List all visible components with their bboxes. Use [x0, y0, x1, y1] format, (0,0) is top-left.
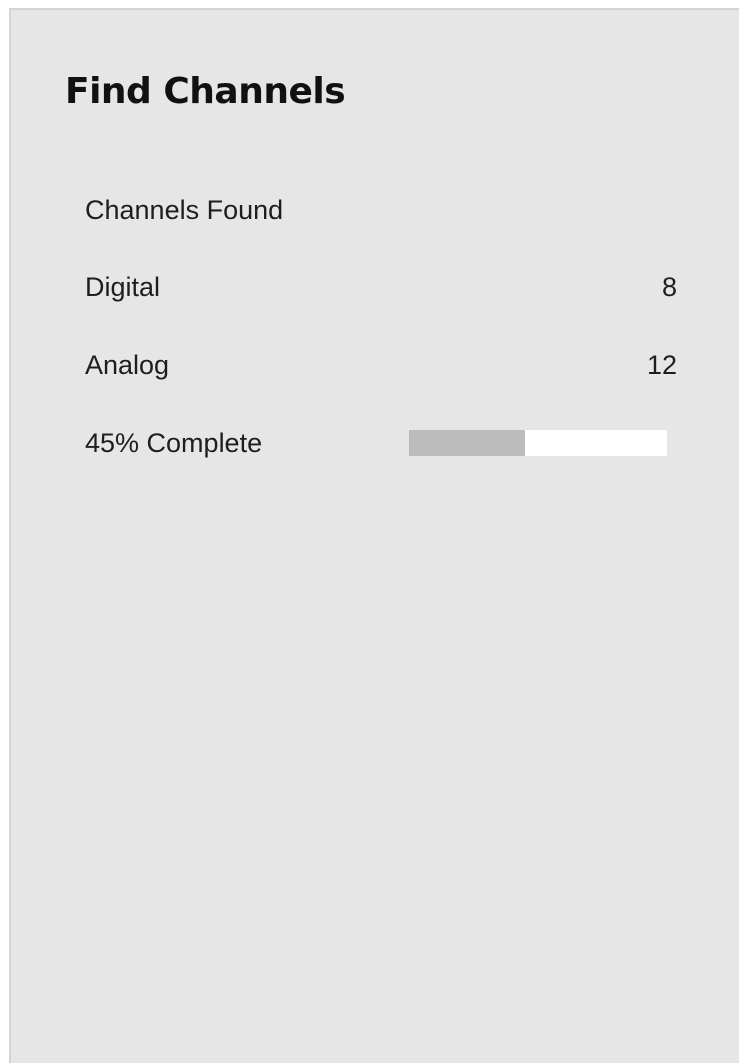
progress-label: 45% Complete: [85, 428, 263, 458]
progress-bar: [409, 430, 667, 456]
digital-count: 8: [661, 272, 677, 302]
scan-progress-row: 45% Complete: [85, 423, 677, 463]
channels-found-label: Channels Found: [85, 195, 284, 225]
analog-label: Analog: [85, 350, 170, 380]
find-channels-panel: Find Channels Channels Found Digital 8 A…: [9, 8, 739, 1063]
progress-bar-fill: [409, 430, 526, 456]
channels-found-header: Channels Found: [85, 190, 677, 230]
page-title: Find Channels: [65, 71, 346, 112]
analog-count: 12: [646, 350, 677, 380]
analog-channels-row: Analog 12: [85, 345, 677, 385]
digital-label: Digital: [85, 272, 161, 302]
digital-channels-row: Digital 8: [85, 267, 677, 307]
